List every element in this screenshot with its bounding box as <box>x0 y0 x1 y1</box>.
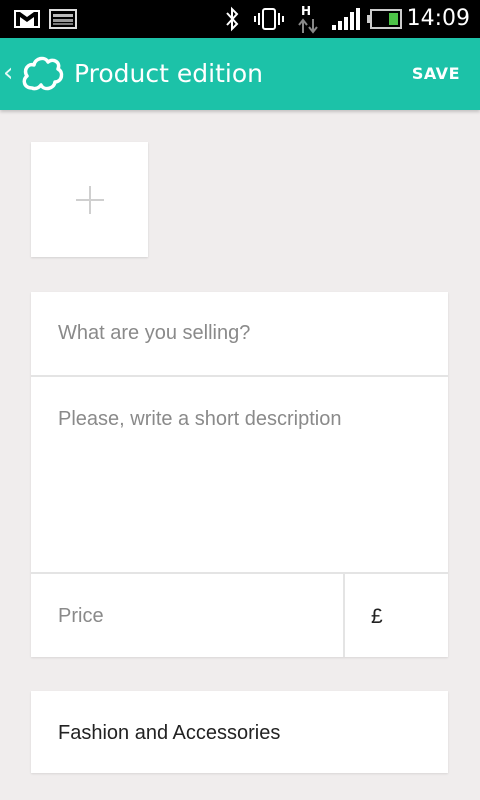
product-form: What are you selling? Please, write a sh… <box>31 292 448 657</box>
photo-notification-icon <box>48 0 78 38</box>
currency-selector[interactable]: £ <box>345 574 448 657</box>
battery-icon <box>366 0 404 38</box>
plus-icon <box>75 185 104 214</box>
description-field[interactable]: Please, write a short description <box>31 377 448 574</box>
page-title: Product edition <box>74 59 263 88</box>
gmail-icon <box>12 0 42 38</box>
add-photo-button[interactable] <box>31 142 148 257</box>
bluetooth-icon <box>222 0 242 38</box>
currency-symbol: £ <box>371 605 383 628</box>
description-placeholder: Please, write a short description <box>58 408 342 430</box>
price-field[interactable]: Price <box>31 574 345 657</box>
title-placeholder: What are you selling? <box>58 322 251 344</box>
category-selector[interactable]: Fashion and Accessories <box>31 691 448 773</box>
svg-text:H: H <box>301 4 311 18</box>
price-placeholder: Price <box>58 605 104 627</box>
title-field[interactable]: What are you selling? <box>31 292 448 377</box>
save-button[interactable]: SAVE <box>412 38 460 110</box>
status-bar: H 14:09 <box>0 0 480 38</box>
back-chevron-icon[interactable]: ‹ <box>3 58 13 88</box>
status-time: 14:09 <box>406 6 470 31</box>
category-value: Fashion and Accessories <box>58 722 281 744</box>
hspa-data-icon: H <box>296 0 322 38</box>
vibrate-icon <box>252 0 286 38</box>
app-bar: ‹ Product edition SAVE <box>0 38 480 110</box>
cloud-logo-icon[interactable] <box>20 54 64 94</box>
signal-icon <box>330 0 362 38</box>
